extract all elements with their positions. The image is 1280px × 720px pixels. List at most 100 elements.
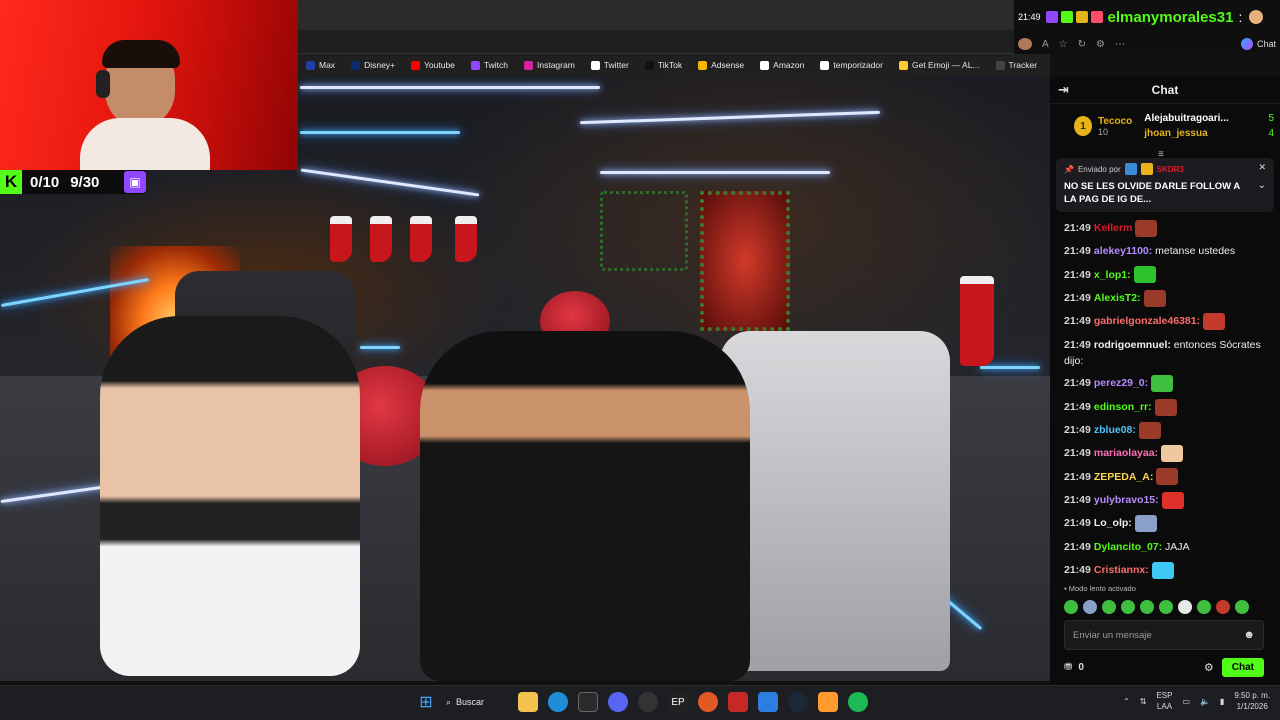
bookmark-item[interactable]: Youtube	[403, 60, 463, 70]
chat-message[interactable]: 21:49 Dylancito_07: JAJA	[1064, 536, 1276, 559]
language-indicator[interactable]: ESP LAA	[1156, 690, 1172, 712]
steam-icon[interactable]	[788, 692, 808, 712]
chat-message[interactable]: 21:49 perez29_0:	[1064, 372, 1276, 395]
extensions-icon[interactable]: ⚙	[1096, 39, 1105, 50]
network-icon[interactable]: ⇅	[1140, 697, 1147, 706]
bookmark-item[interactable]: temporizador	[812, 60, 891, 70]
spotify-icon[interactable]	[848, 692, 868, 712]
emote-icon[interactable]	[1159, 600, 1173, 614]
bookmark-item[interactable]: Get Emoji — AL...	[891, 60, 988, 70]
send-chat-button[interactable]: Chat	[1221, 657, 1264, 677]
message-username[interactable]: Dylancito_07:	[1094, 541, 1162, 553]
unpin-icon[interactable]: ✕	[1258, 162, 1266, 173]
message-username[interactable]: Kellerm	[1094, 222, 1133, 234]
bookmark-item[interactable]: Tracker	[988, 60, 1046, 70]
message-username[interactable]: x_lop1:	[1094, 269, 1131, 281]
edge-icon[interactable]	[548, 692, 568, 712]
app-icon[interactable]	[758, 692, 778, 712]
app-icon[interactable]	[728, 692, 748, 712]
battery-icon[interactable]: ▮	[1220, 697, 1224, 706]
message-time: 21:49	[1064, 540, 1091, 553]
chat-message[interactable]: 21:49 AlexisT2:	[1064, 287, 1276, 310]
message-username[interactable]: yulybravo15:	[1094, 494, 1159, 506]
emote-icon[interactable]	[1083, 600, 1097, 614]
volume-icon[interactable]: 🔈	[1200, 697, 1210, 706]
message-username[interactable]: ZEPEDA_A:	[1094, 471, 1154, 483]
message-username[interactable]: Cristiannx:	[1094, 564, 1149, 576]
overlay-message-time: 21:49	[1018, 12, 1041, 22]
browser-address-bar[interactable]	[298, 30, 1014, 54]
message-username[interactable]: alekey1100:	[1094, 245, 1152, 257]
chat-message[interactable]: 21:49 Kellerm	[1064, 217, 1276, 240]
emote-icon[interactable]	[1216, 600, 1230, 614]
taskbar-search[interactable]: ⌕ Buscar	[446, 697, 508, 708]
message-username[interactable]: perez29_0:	[1094, 377, 1148, 389]
collapse-chat-icon[interactable]: ⇥	[1058, 82, 1069, 98]
chat-message[interactable]: 21:49 mariaolayaa:	[1064, 442, 1276, 465]
chevron-down-icon[interactable]: ⌄	[1258, 180, 1266, 191]
bookmark-item[interactable]: Twitter	[583, 60, 637, 70]
chat-message[interactable]: 21:49 rodrigoemnuel: entonces Sócrates di…	[1064, 333, 1276, 372]
message-username[interactable]: mariaolayaa:	[1094, 447, 1158, 459]
chat-message[interactable]: 21:49 zblue08:	[1064, 419, 1276, 442]
chat-message[interactable]: 21:49 yulybravo15:	[1064, 489, 1276, 512]
message-username[interactable]: zblue08:	[1094, 424, 1136, 436]
message-time: 21:49	[1064, 268, 1091, 281]
stocking	[330, 216, 352, 262]
emote-icon[interactable]	[1140, 600, 1154, 614]
emote-icon[interactable]	[1064, 600, 1078, 614]
message-username[interactable]: Lo_olp:	[1094, 517, 1132, 529]
chat-message[interactable]: 21:49 gabrielgonzale46381:	[1064, 310, 1276, 333]
emoji-picker-icon[interactable]: ☻	[1243, 629, 1255, 641]
emote-icon[interactable]	[1102, 600, 1116, 614]
chrome-icon[interactable]	[638, 692, 658, 712]
bookmark-item[interactable]: Adsense	[690, 60, 752, 70]
bookmark-item[interactable]: Max	[298, 60, 343, 70]
emote-icon[interactable]	[1197, 600, 1211, 614]
bookmark-item[interactable]: TikTok	[637, 60, 690, 70]
chat-message[interactable]: 21:49 x_lop1:	[1064, 264, 1276, 287]
bookmark-label: Disney+	[364, 60, 396, 70]
pinned-message[interactable]: 📌 Enviado por SKDR3 NO SE LES OLVIDE DAR…	[1056, 158, 1274, 212]
emote-icon[interactable]	[1235, 600, 1249, 614]
file-explorer-icon[interactable]	[518, 692, 538, 712]
message-username[interactable]: edinson_rr:	[1094, 401, 1152, 413]
bookmark-item[interactable]: Amazon	[752, 60, 812, 70]
chat-message[interactable]: 21:49 alekey1100: metanse ustedes	[1064, 240, 1276, 263]
browser-tab-bar[interactable]	[298, 0, 1014, 30]
streamer-hair	[102, 40, 180, 68]
emote-icon[interactable]	[1121, 600, 1135, 614]
bookmark-item[interactable]: SL	[1045, 60, 1050, 70]
message-username[interactable]: gabrielgonzale46381:	[1094, 315, 1200, 327]
chat-message[interactable]: 21:49 Cristiannx:	[1064, 559, 1276, 582]
monitor-icon[interactable]: ▭	[1182, 697, 1190, 706]
clock[interactable]: 9:50 p. m. 1/1/2026	[1234, 690, 1270, 712]
bookmark-item[interactable]: Twitch	[463, 60, 516, 70]
store-icon[interactable]	[578, 692, 598, 712]
avatar-icon	[1018, 38, 1032, 50]
chat-input[interactable]: Enviar un mensaje ☻	[1064, 620, 1264, 650]
neon-light	[300, 168, 480, 197]
discord-icon[interactable]	[608, 692, 628, 712]
message-username[interactable]: rodrigoemnuel:	[1094, 339, 1171, 351]
windows-start-icon[interactable]: ⊞	[416, 692, 436, 712]
gear-icon[interactable]: ⚙	[1204, 661, 1214, 674]
extension-icon[interactable]: A	[1042, 39, 1049, 50]
copilot-chat-button[interactable]: Chat	[1240, 38, 1276, 50]
chat-message[interactable]: 21:49 edinson_rr:	[1064, 396, 1276, 419]
chevron-up-icon[interactable]: ⌃	[1123, 697, 1130, 706]
chat-message[interactable]: 21:49 ZEPEDA_A:	[1064, 466, 1276, 489]
app-icon[interactable]	[698, 692, 718, 712]
refresh-icon[interactable]: ↻	[1078, 39, 1086, 50]
message-username[interactable]: AlexisT2:	[1094, 292, 1141, 304]
decorated-frame	[600, 191, 688, 271]
emote-icon[interactable]	[1178, 600, 1192, 614]
app-icon[interactable]	[818, 692, 838, 712]
bookmark-item[interactable]: Disney+	[343, 60, 403, 70]
channel-points[interactable]: ⛃ 0	[1064, 662, 1084, 673]
bookmark-item[interactable]: Instagram	[516, 60, 583, 70]
menu-icon[interactable]: ⋯	[1115, 39, 1125, 50]
chat-message[interactable]: 21:49 Lo_olp:	[1064, 512, 1276, 535]
epic-games-icon[interactable]: EP	[668, 692, 688, 712]
star-icon[interactable]: ☆	[1059, 39, 1068, 50]
